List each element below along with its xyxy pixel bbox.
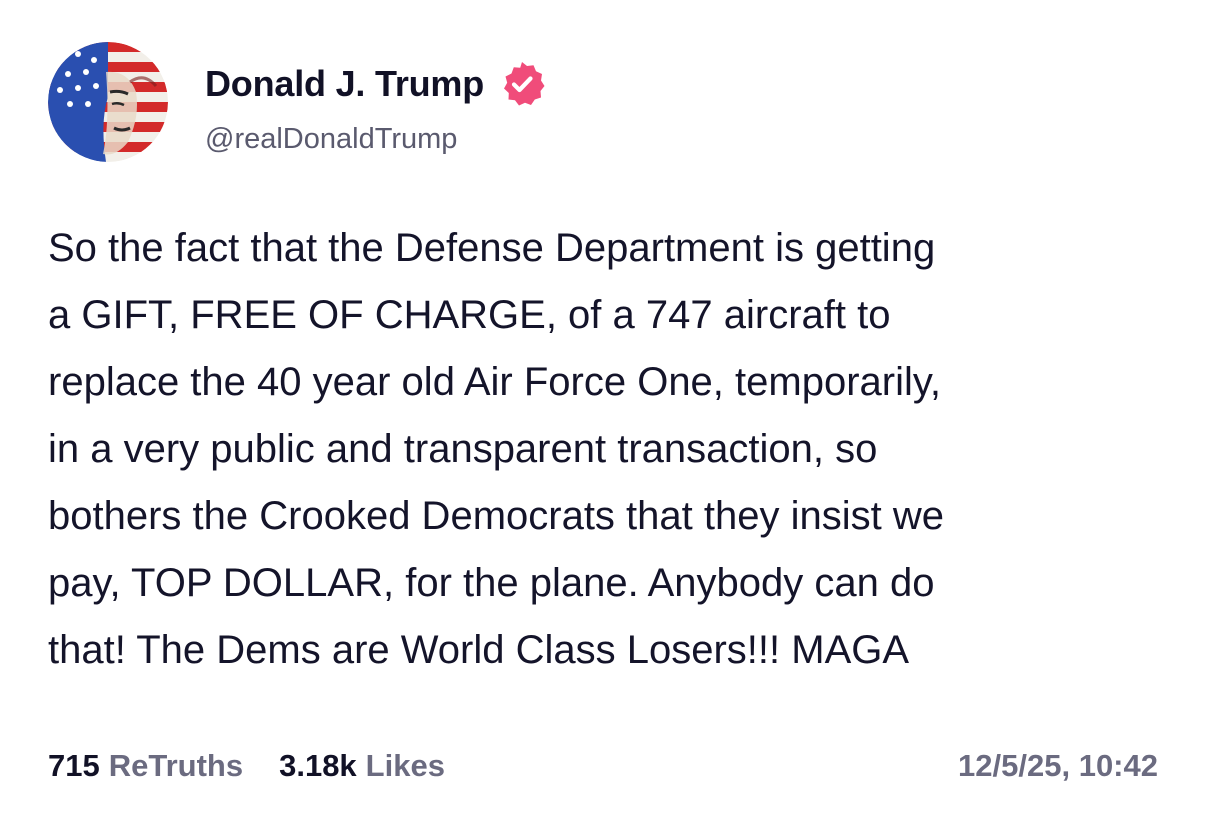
author-name-row: Donald J. Trump <box>205 58 546 110</box>
post-body-text: So the fact that the Defense Department … <box>48 226 944 672</box>
verified-badge-icon <box>498 60 546 108</box>
likes-stat[interactable]: 3.18k Likes <box>279 748 445 784</box>
author-display-name[interactable]: Donald J. Trump <box>205 63 484 105</box>
flag-portrait-avatar-icon <box>48 42 168 162</box>
retruths-stat[interactable]: 715 ReTruths <box>48 748 243 784</box>
post-timestamp[interactable]: 12/5/25, 10:42 <box>958 748 1158 784</box>
likes-label: Likes <box>365 748 445 783</box>
truth-post: Donald J. Trump @realDonaldTrump So the … <box>0 0 1206 821</box>
author-handle[interactable]: @realDonaldTrump <box>205 123 457 156</box>
post-stats: 715 ReTruths 3.18k Likes <box>48 748 481 784</box>
retruths-label: ReTruths <box>108 748 244 783</box>
likes-count: 3.18k <box>279 748 357 783</box>
author-avatar[interactable] <box>48 42 168 162</box>
retruths-count: 715 <box>48 748 100 783</box>
